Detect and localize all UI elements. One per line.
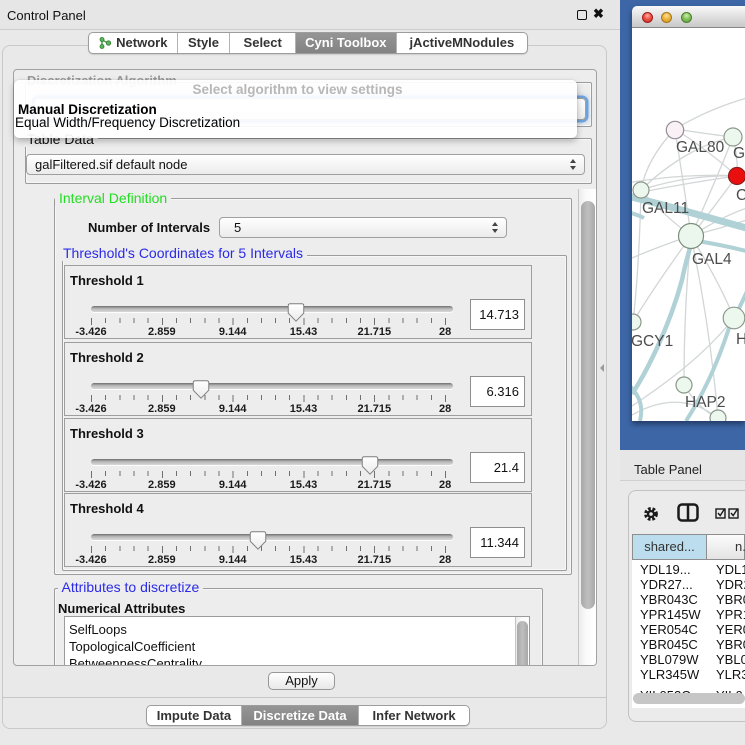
svg-text:GAL80: GAL80: [676, 139, 725, 156]
svg-text:GCY1: GCY1: [632, 333, 673, 350]
svg-text:GAL11: GAL11: [642, 200, 689, 217]
svg-text:GAL4: GAL4: [692, 251, 732, 268]
svg-text:HAP2: HAP2: [685, 394, 726, 411]
svg-text:G...: G...: [733, 145, 745, 162]
svg-text:C: C: [736, 187, 745, 204]
svg-text:H: H: [736, 331, 745, 348]
